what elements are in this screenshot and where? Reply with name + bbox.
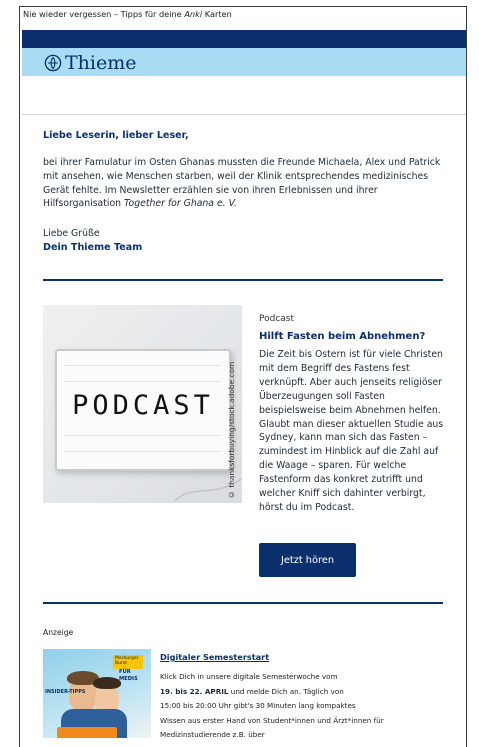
ad-line: 15:00 bis 20:00 Uhr gibt's 30 Minuten la…: [160, 701, 356, 711]
intro-organisation: Together for Ghana e. V.: [124, 198, 237, 210]
ad-label: Anzeige: [43, 628, 74, 637]
thieme-emblem-icon: [44, 54, 62, 72]
podcast-image[interactable]: PODCAST © thanksforbuying/stock.adobe.co…: [43, 305, 242, 503]
preheader-anki: Anki: [184, 9, 203, 19]
ad-dates: 19. bis 22. APRIL: [160, 686, 229, 696]
ad-image-left-text: INSIDER-TIPPS: [45, 689, 86, 695]
preheader-text: Nie wieder vergessen – Tipps für deine: [23, 9, 185, 19]
podcast-title[interactable]: Hilft Fasten beim Abnehmen?: [259, 331, 425, 342]
lightbox-word: PODCAST: [72, 390, 214, 421]
regards: Liebe Grüße: [43, 228, 100, 239]
ad-line: 19. bis 22. APRIL und melde Dich an. Täg…: [160, 685, 446, 700]
podcast-body: Die Zeit bis Ostern ist für viele Christ…: [259, 349, 444, 513]
intro-body: bei ihrer Famulatur im Osten Ghanas muss…: [43, 157, 441, 210]
person-hair: [93, 677, 121, 689]
lightbox-sign: PODCAST: [55, 349, 231, 471]
team-signature: Dein Thieme Team: [43, 242, 143, 253]
ad-line-rest: und melde Dich an. Täglich von: [228, 686, 344, 696]
preheader-text-end: Karten: [202, 9, 232, 19]
section-divider: [43, 602, 443, 604]
ad-line: Klick Dich in unsere digitale Semesterwo…: [160, 672, 338, 681]
greeting: Liebe Leserin, lieber Leser,: [43, 130, 189, 141]
section-divider: [43, 279, 443, 281]
logo-text: Thieme: [65, 52, 137, 74]
listen-button[interactable]: Jetzt hören: [259, 543, 356, 577]
thieme-logo[interactable]: Thieme: [44, 52, 137, 74]
lightbox-row-line: [65, 451, 221, 452]
ad-line: Medizinstudierende z.B. über: [160, 730, 265, 740]
ad-line: Wissen aus erster Hand von Student*innen…: [160, 715, 384, 725]
ad-orange-banner: [57, 727, 117, 738]
lightbox-row-line: [65, 381, 221, 382]
ad-badge-text: Marburger Bund: [115, 656, 139, 666]
ad-image-right-text: FÜR MEDIS: [119, 669, 138, 682]
preheader: Nie wieder vergessen – Tipps für deine A…: [23, 9, 232, 19]
intro-text: bei ihrer Famulatur im Osten Ghanas muss…: [43, 156, 447, 211]
header-rule: [22, 114, 466, 115]
lightbox-row-line: [65, 365, 221, 366]
image-credit: © thanksforbuying/stock.adobe.com: [227, 361, 236, 499]
ad-body: Klick Dich in unsere digitale Semesterwo…: [160, 670, 446, 743]
lightbox-row-line: [65, 435, 221, 436]
header-bar-dark: [22, 30, 466, 48]
podcast-category: Podcast: [259, 314, 295, 324]
ad-title-link[interactable]: Digitaler Semesterstart: [160, 652, 269, 662]
ad-image[interactable]: Marburger Bund INSIDER-TIPPS FÜR MEDIS: [43, 649, 151, 738]
